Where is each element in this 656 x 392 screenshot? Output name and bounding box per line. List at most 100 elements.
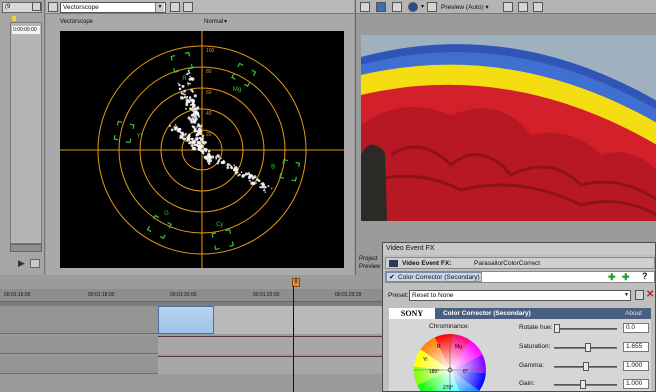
color-target-label: Yl <box>137 134 142 140</box>
trace-point <box>184 94 186 96</box>
chevron-down-icon: ▼ <box>624 292 629 298</box>
time-ruler[interactable]: 00:01:16:00 00:01:18:00 00:01:20:00 00:0… <box>0 289 382 302</box>
timecode-label: 00:01:16:00 <box>4 292 31 298</box>
trace-point <box>226 163 230 167</box>
trace-point <box>186 72 189 76</box>
play-icon[interactable]: ▶ <box>18 258 25 269</box>
video-event-clip[interactable] <box>158 306 214 334</box>
trace-point <box>233 164 236 167</box>
preview-menu-icon[interactable] <box>533 2 543 12</box>
slider-thumb[interactable] <box>579 380 586 389</box>
scope-mode[interactable]: Normal <box>204 19 223 25</box>
trace-point <box>190 144 194 148</box>
video-event-clip-tail[interactable] <box>214 306 382 334</box>
wheel-label: 0° <box>463 369 468 375</box>
trace-point <box>189 103 192 107</box>
trace-point <box>240 171 243 173</box>
trace-point <box>247 172 251 175</box>
trace-point <box>190 113 194 117</box>
delete-preset-icon[interactable]: ✕ <box>646 289 654 300</box>
param-label: Gain: <box>519 380 535 387</box>
slider-thumb[interactable] <box>582 362 589 371</box>
param-value-field[interactable]: 1.000 <box>623 361 649 371</box>
trace-point <box>169 124 171 127</box>
trace-point <box>217 159 220 163</box>
project-properties-icon[interactable] <box>360 2 370 12</box>
split-chevron-icon[interactable]: ▾ <box>421 3 424 10</box>
param-value-field[interactable]: 0.0 <box>623 323 649 333</box>
preset-value: Reset to None <box>412 292 454 299</box>
update-scope-icon[interactable] <box>183 2 193 12</box>
left-list[interactable] <box>10 22 42 244</box>
split-screen-icon[interactable] <box>408 2 418 12</box>
trace-point <box>216 154 220 158</box>
left-scrollbar[interactable] <box>10 244 42 252</box>
vectorscope-display: 100 80 60 40 20 R Mg B Cy G Yl <box>60 31 344 268</box>
checkbox-icon[interactable]: ✔ <box>389 273 395 281</box>
color-target-label: R <box>182 76 187 82</box>
trace-point <box>208 150 210 153</box>
audio-event-clip-2[interactable] <box>158 356 382 374</box>
trace-point <box>186 95 189 99</box>
mode-chevron-icon[interactable]: ▾ <box>224 18 227 25</box>
plugin-body: Chrominance: R Mg Yl 180° 0° 270° Rotate… <box>389 319 651 391</box>
left-dropdown-value: (9 <box>5 4 11 10</box>
plugin-chain-icon[interactable]: ✚ <box>622 272 630 283</box>
preset-dropdown[interactable]: Reset to None ▼ <box>409 290 631 301</box>
trace-point <box>180 91 183 93</box>
color-target-box <box>211 229 234 251</box>
trace-point <box>193 116 196 118</box>
preview-quality-dropdown[interactable]: Preview (Auto) ▾ <box>441 3 489 11</box>
video-scopes-panel: Vectorscope ▼ Vectorscope Normal ▾ 100 80… <box>46 0 354 275</box>
save-snapshot-icon[interactable] <box>518 2 528 12</box>
marker-icon <box>12 16 16 21</box>
scope-settings-icon[interactable] <box>170 2 180 12</box>
param-slider[interactable] <box>554 328 617 330</box>
timecode-label: 00:01:18:00 <box>88 292 115 298</box>
trace-point <box>195 116 197 118</box>
trace-point <box>263 189 266 192</box>
about-link[interactable]: About <box>625 308 642 319</box>
overlays-icon[interactable] <box>427 2 437 12</box>
trace-point <box>189 98 192 100</box>
trace-point <box>193 127 197 131</box>
trace-point <box>264 191 266 193</box>
copy-snapshot-icon[interactable] <box>503 2 513 12</box>
scope-type-icon[interactable] <box>48 2 58 12</box>
trace-point <box>199 146 202 149</box>
timeline[interactable]: 8 00:01:16:00 00:01:18:00 00:01:20:00 00… <box>0 276 382 392</box>
color-target-label: Cy <box>216 222 223 228</box>
trace-point <box>182 137 186 141</box>
param-value-field[interactable]: 1.000 <box>623 379 649 389</box>
stop-icon[interactable] <box>30 259 40 268</box>
trace-point <box>189 75 191 78</box>
trace-point <box>189 96 192 99</box>
left-list-item[interactable]: 0:00:00:00 <box>12 26 40 34</box>
add-fx-icon[interactable]: ✚ <box>608 272 616 283</box>
external-monitor-icon[interactable] <box>376 2 386 12</box>
fx-chain-button[interactable]: ✔ Color Corrector (Secondary) <box>386 272 482 282</box>
trace-point <box>178 83 181 87</box>
left-menu-icon[interactable] <box>32 2 41 11</box>
trace-point <box>199 142 201 144</box>
param-value-field[interactable]: 1.655 <box>623 342 649 352</box>
trace-point <box>217 162 219 164</box>
trace-point <box>241 174 244 176</box>
trace-point <box>265 186 267 188</box>
slider-thumb[interactable] <box>585 343 592 352</box>
scale-labels: 100 80 60 40 20 <box>206 48 215 138</box>
trace-point <box>188 77 192 81</box>
chrominance-wheel[interactable]: R Mg Yl 180° 0° 270° <box>411 331 489 391</box>
playhead[interactable] <box>293 286 294 392</box>
color-target-label: B <box>271 165 275 171</box>
trace-point <box>203 147 206 150</box>
trace-point <box>184 132 187 136</box>
scope-type-dropdown[interactable]: Vectorscope ▼ <box>60 2 166 13</box>
video-fx-icon[interactable] <box>392 2 402 12</box>
trace-point <box>189 107 192 110</box>
help-icon[interactable]: ? <box>642 271 648 281</box>
trace-point <box>184 135 187 137</box>
slider-thumb[interactable] <box>554 324 560 333</box>
audio-event-clip[interactable] <box>158 336 382 354</box>
save-preset-icon[interactable] <box>635 290 644 300</box>
